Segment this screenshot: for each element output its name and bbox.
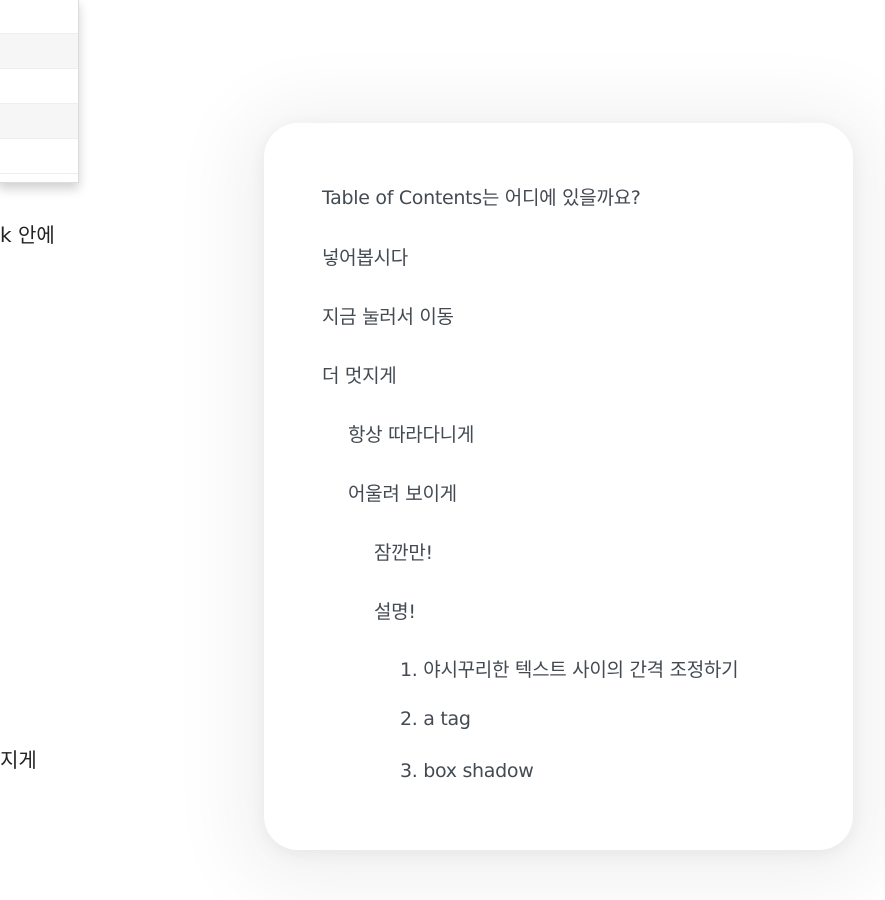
table-fragment [0,0,79,183]
table-row [0,139,78,174]
toc-item-always-follow[interactable]: 항상 따라다니게 [348,420,474,447]
table-of-contents: Table of Contents는 어디에 있을까요? 넣어봅시다 지금 눌러… [264,123,853,850]
toc-item-more-stylish[interactable]: 더 멋지게 [322,361,397,388]
toc-item-a-tag[interactable]: 2. a tag [400,708,471,730]
table-row [0,69,78,104]
table-row [0,104,78,139]
toc-item-explanation[interactable]: 설명! [374,597,416,624]
toc-item-box-shadow[interactable]: 3. box shadow [400,760,534,782]
table-row [0,0,78,34]
toc-item-insert[interactable]: 넣어봅시다 [322,243,408,270]
page: k 안에 지게 Table of Contents는 어디에 있을까요? 넣어봅… [0,0,885,900]
toc-item-table-of-contents[interactable]: Table of Contents는 어디에 있을까요? [322,183,641,210]
toc-item-click-to-move[interactable]: 지금 눌러서 이동 [322,302,454,329]
toc-item-wait[interactable]: 잠깐만! [374,538,433,565]
toc-item-text-spacing[interactable]: 1. 야시꾸리한 텍스트 사이의 간격 조정하기 [400,655,739,682]
body-text-fragment: k 안에 [0,223,55,247]
body-text-fragment: 지게 [0,748,37,772]
toc-item-look-matching[interactable]: 어울려 보이게 [348,479,457,506]
table-row [0,34,78,69]
